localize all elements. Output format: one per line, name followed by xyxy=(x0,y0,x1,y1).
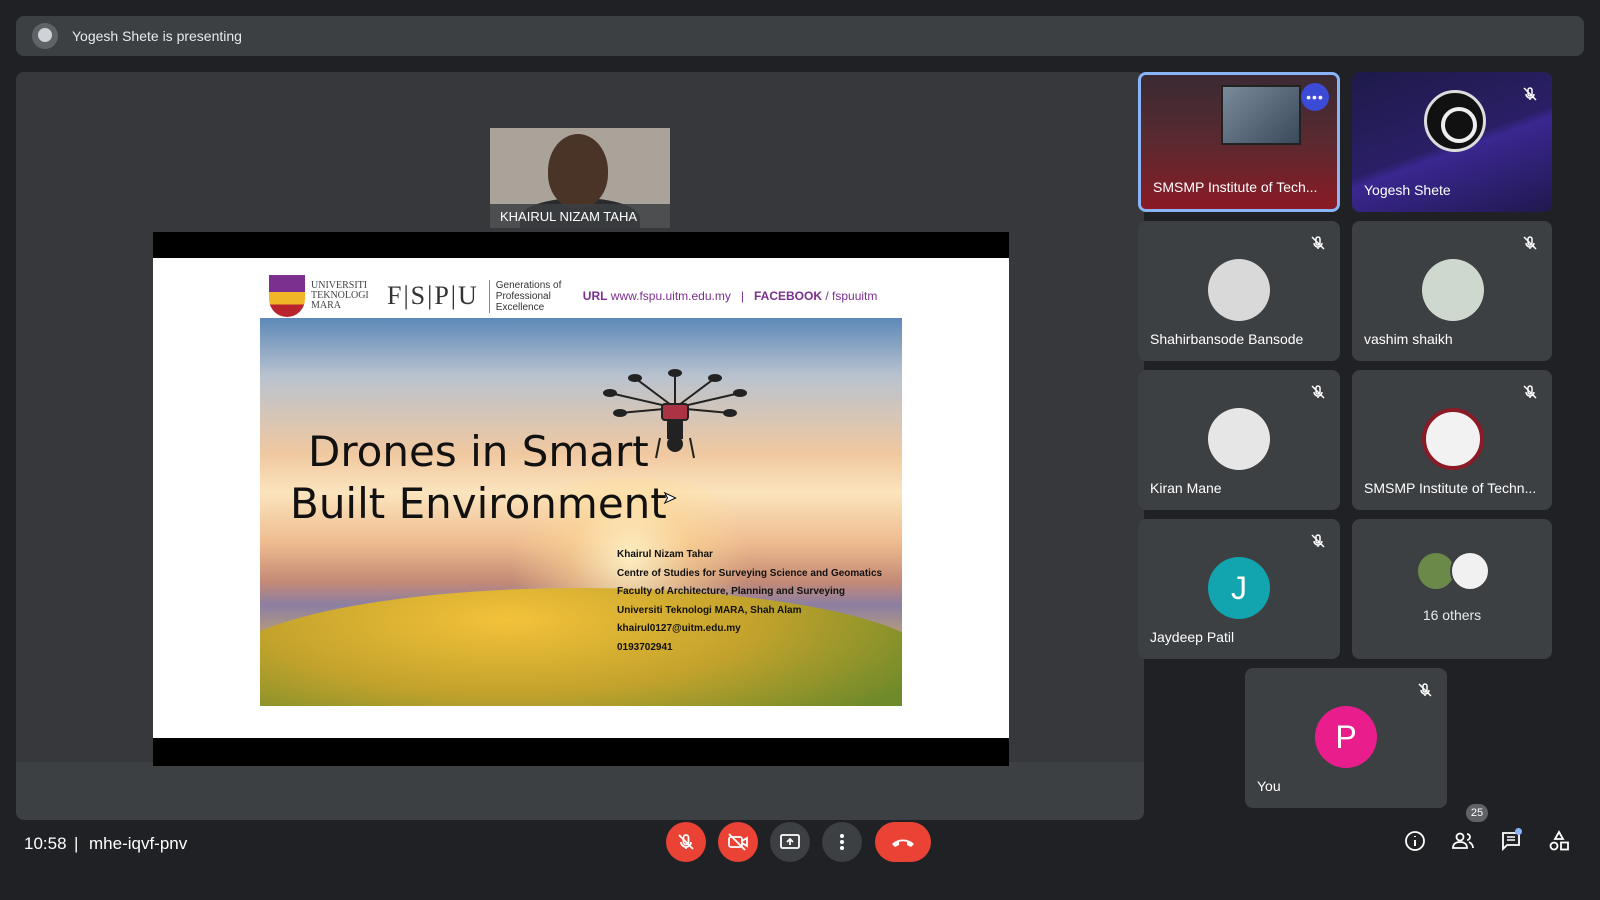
slide-photo: Drones in Smart Built Environment Khairu… xyxy=(260,318,902,706)
speaker-name: KHAIRUL NIZAM TAHA xyxy=(490,204,670,228)
separator: | xyxy=(74,834,79,853)
participant-name: SMSMP Institute of Tech... xyxy=(1153,179,1318,195)
more-options-icon xyxy=(840,834,844,850)
participant-name: Yogesh Shete xyxy=(1364,182,1451,198)
meeting-code: mhe-iqvf-pnv xyxy=(89,834,188,853)
participant-name: Kiran Mane xyxy=(1150,480,1222,496)
shared-screen: UNIVERSITI TEKNOLOGI MARA F|S|P|U Genera… xyxy=(153,232,1009,766)
participant-tile[interactable]: Shahirbansode Bansode xyxy=(1138,221,1340,361)
others-tile[interactable]: 16 others xyxy=(1352,519,1552,659)
activities-icon xyxy=(1549,830,1569,851)
people-icon xyxy=(1452,832,1474,849)
participant-avatar xyxy=(1208,408,1270,470)
mic-toggle-button[interactable] xyxy=(666,822,706,862)
mic-off-icon xyxy=(1523,87,1537,101)
participant-name: Jaydeep Patil xyxy=(1150,629,1235,645)
mic-off-icon xyxy=(678,834,694,850)
meeting-info-button[interactable] xyxy=(1400,826,1430,856)
obs-logo-icon xyxy=(1424,90,1486,152)
participant-name: You xyxy=(1257,778,1281,794)
control-bar: 10:58 | mhe-iqvf-pnv 25 xyxy=(0,804,1600,900)
participant-tile[interactable]: J Jaydeep Patil xyxy=(1138,519,1340,659)
participant-name: SMSMP Institute of Techn... xyxy=(1364,480,1537,496)
participant-avatar: J xyxy=(1208,557,1270,619)
uitm-logo-text: UNIVERSITI TEKNOLOGI MARA xyxy=(311,280,369,311)
presenting-banner: Yogesh Shete is presenting xyxy=(16,16,1584,56)
institute-seal-icon xyxy=(1422,408,1484,470)
mic-off-icon xyxy=(1418,683,1432,697)
end-call-icon xyxy=(892,839,914,847)
more-options-icon[interactable]: ••• xyxy=(1301,83,1329,111)
mic-off-icon xyxy=(1523,236,1537,250)
people-button[interactable] xyxy=(1448,826,1478,856)
activities-button[interactable] xyxy=(1544,826,1574,856)
generations-tagline: Generations of Professional Excellence xyxy=(488,279,569,313)
slide-header: UNIVERSITI TEKNOLOGI MARA F|S|P|U Genera… xyxy=(269,272,889,320)
uitm-crest-icon xyxy=(269,275,305,317)
present-icon xyxy=(780,834,800,849)
end-call-button[interactable] xyxy=(875,822,931,862)
participant-tile[interactable]: vashim shaikh xyxy=(1352,221,1552,361)
meeting-time: 10:58 xyxy=(24,834,67,853)
slide: UNIVERSITI TEKNOLOGI MARA F|S|P|U Genera… xyxy=(153,258,1009,738)
mouse-cursor-icon: ➤ xyxy=(662,490,677,508)
self-avatar: P xyxy=(1315,706,1377,768)
slide-links: URL www.fspu.uitm.edu.my | FACEBOOK / fs… xyxy=(582,289,878,303)
video-screen xyxy=(1221,85,1301,145)
participant-tile[interactable]: Kiran Mane xyxy=(1138,370,1340,510)
info-icon xyxy=(1405,831,1425,851)
speaker-face xyxy=(548,134,608,208)
participant-name: Shahirbansode Bansode xyxy=(1150,331,1304,347)
presenting-text: Yogesh Shete is presenting xyxy=(72,28,242,44)
others-count: 16 others xyxy=(1422,607,1482,623)
slide-title: Drones in Smart Built Environment xyxy=(290,427,667,528)
stage-inner: KHAIRUL NIZAM TAHA UNIVERSITI TEKNOLOGI … xyxy=(16,72,1144,766)
camera-toggle-button[interactable] xyxy=(718,822,758,862)
presentation-stage[interactable]: KHAIRUL NIZAM TAHA UNIVERSITI TEKNOLOGI … xyxy=(16,72,1144,820)
speaker-video[interactable]: KHAIRUL NIZAM TAHA xyxy=(490,128,670,228)
mic-off-icon xyxy=(1311,385,1325,399)
mic-off-icon xyxy=(1311,534,1325,548)
participant-tile[interactable]: SMSMP Institute of Techn... xyxy=(1352,370,1552,510)
self-tile[interactable]: P You xyxy=(1245,668,1447,808)
others-avatar xyxy=(1450,551,1490,591)
chat-notification-dot xyxy=(1515,828,1522,835)
participant-avatar xyxy=(1422,259,1484,321)
participant-tile[interactable]: Yogesh Shete xyxy=(1352,72,1552,212)
more-options-button[interactable] xyxy=(822,822,862,862)
camera-off-icon xyxy=(728,833,748,851)
fspu-logo: F|S|P|U xyxy=(387,281,479,310)
slide-author-info: Khairul Nizam Tahar Centre of Studies fo… xyxy=(617,549,883,653)
people-count-badge: 25 xyxy=(1466,804,1488,822)
presenter-avatar xyxy=(32,23,58,49)
mic-off-icon xyxy=(1523,385,1537,399)
mic-off-icon xyxy=(1311,236,1325,250)
present-button[interactable] xyxy=(770,822,810,862)
participant-avatar xyxy=(1208,259,1270,321)
participant-tile[interactable]: ••• SMSMP Institute of Tech... xyxy=(1138,72,1340,212)
participant-name: vashim shaikh xyxy=(1364,331,1453,347)
